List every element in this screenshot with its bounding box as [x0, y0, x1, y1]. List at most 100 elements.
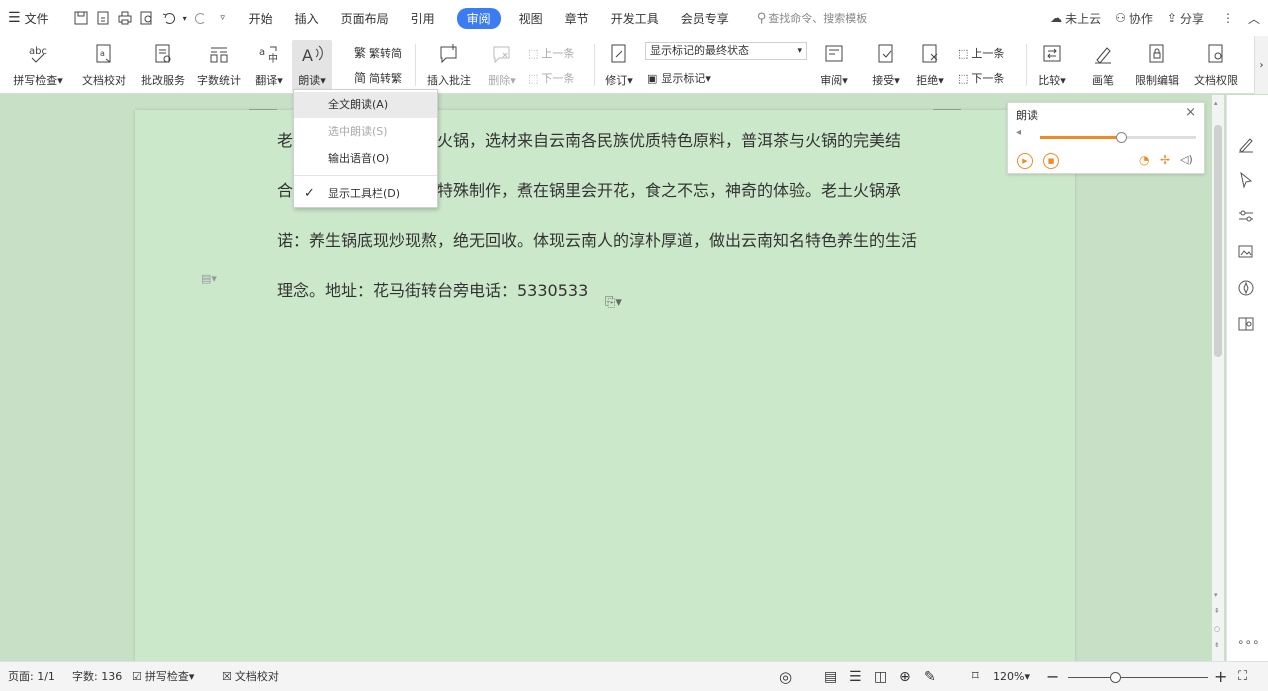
tab-developer[interactable]: 开发工具	[611, 10, 659, 27]
scroll-down-icon[interactable]: ▾	[1214, 591, 1218, 599]
checkbox-icon: ☑	[132, 670, 142, 683]
speaker-icon[interactable]: ◁)	[1180, 153, 1193, 166]
accept-button[interactable]: 接受▾	[868, 40, 904, 88]
next-change-icon: ⬚	[958, 71, 969, 85]
speed-icon[interactable]: ◔	[1139, 153, 1149, 167]
write-mode-icon[interactable]: ✎	[924, 662, 936, 691]
document-page[interactable]: 老土火锅是云南特色的火锅，选材来自云南各民族优质特色原料，普洱茶与火锅的完美结 …	[135, 109, 1075, 670]
read-view-icon[interactable]: ◫	[874, 662, 887, 691]
revise-service-button[interactable]: 批改服务	[136, 40, 190, 88]
print-preview-icon[interactable]	[137, 8, 157, 28]
menu-item-read-selection[interactable]: 选中朗读(S)	[294, 119, 437, 145]
save-icon[interactable]	[71, 8, 91, 28]
volume-slider-handle[interactable]	[1116, 132, 1128, 143]
settings-sliders-icon[interactable]	[1237, 207, 1255, 225]
title-bar: ☰ 文件 ▾ ▿ 开始 插入 页面布局 引用 审阅 视图 章节 开发工具 会员专…	[0, 0, 1268, 36]
image-edit-icon[interactable]	[1237, 243, 1255, 261]
markup-state-select[interactable]: 显示标记的最终状态 ▾	[645, 42, 807, 60]
compare-button[interactable]: 比较▾	[1034, 40, 1070, 88]
zoom-level-select[interactable]: 120% ▾	[993, 662, 1030, 691]
outline-view-icon[interactable]: ☰	[849, 662, 862, 691]
review-pane-button[interactable]: 审阅▾	[814, 40, 854, 88]
compass-icon[interactable]	[1237, 279, 1255, 297]
paste-options-icon[interactable]: ⎘▾	[605, 295, 622, 310]
redo-icon[interactable]	[191, 8, 211, 28]
show-markup-button[interactable]: ▣ 显示标记 ▾	[647, 70, 711, 86]
voice-icon[interactable]: ✢	[1160, 153, 1170, 167]
word-count-indicator[interactable]: 字数: 136	[72, 662, 122, 691]
pen-button[interactable]: 画笔	[1088, 40, 1118, 88]
tab-view[interactable]: 视图	[519, 10, 543, 27]
tab-chapter[interactable]: 章节	[565, 10, 589, 27]
book-search-icon[interactable]	[1237, 315, 1255, 333]
doc-permission-button[interactable]: 文档权限	[1188, 40, 1244, 88]
tab-home[interactable]: 开始	[249, 10, 273, 27]
page-view-icon[interactable]: ▤	[824, 662, 837, 691]
tab-page-layout[interactable]: 页面布局	[341, 10, 389, 27]
web-view-icon[interactable]: ⊕	[899, 662, 911, 691]
insert-comment-button[interactable]: 插入批注	[424, 40, 474, 88]
fullscreen-icon[interactable]: ⛶	[1238, 662, 1247, 691]
word-count-button[interactable]: 字数统计	[194, 40, 244, 88]
simp-to-trad-button[interactable]: 简简转繁	[354, 69, 402, 86]
select-pointer-icon[interactable]	[1237, 171, 1255, 189]
undo-dropdown-icon[interactable]: ▾	[181, 8, 189, 28]
prev-comment-button[interactable]: ⬚ 上一条	[528, 45, 574, 61]
edit-pen-icon[interactable]	[1237, 135, 1255, 153]
trad-to-simp-button[interactable]: 繁繁转简	[354, 44, 402, 61]
print-icon[interactable]	[115, 8, 135, 28]
zoom-out-icon[interactable]: −	[1046, 662, 1059, 691]
file-menu[interactable]: ☰ 文件	[8, 10, 49, 27]
play-icon[interactable]: ▶	[1017, 153, 1033, 169]
stop-icon[interactable]: ■	[1043, 153, 1059, 169]
next-page-icon[interactable]: ⇟	[1214, 641, 1220, 649]
fit-page-icon[interactable]: ⌑	[972, 662, 979, 691]
menu-item-show-toolbar[interactable]: ✓ 显示工具栏(D)	[294, 181, 437, 207]
collaborate-button[interactable]: ⚇ 协作	[1115, 10, 1153, 27]
status-spell-check[interactable]: ☑ 拼写检查 ▾	[132, 662, 194, 691]
cloud-status-button[interactable]: ☁ 未上云	[1050, 10, 1101, 27]
more-options-icon[interactable]: ⋮	[1222, 11, 1234, 25]
menu-item-read-all[interactable]: 全文朗读(A)	[294, 92, 437, 118]
status-doc-proof[interactable]: ☒ 文档校对	[222, 662, 279, 691]
menu-item-export-audio[interactable]: 输出语音(O)	[294, 146, 437, 172]
zoom-in-icon[interactable]: +	[1214, 662, 1227, 691]
next-comment-button[interactable]: ⬚ 下一条	[528, 70, 574, 86]
read-aloud-button[interactable]: A 朗读▾	[292, 40, 332, 92]
close-icon[interactable]: ×	[1185, 105, 1196, 120]
zoom-slider-handle[interactable]	[1110, 672, 1122, 683]
tab-review[interactable]: 审阅	[456, 7, 501, 29]
zoom-slider[interactable]	[1068, 672, 1208, 683]
restrict-edit-button[interactable]: 限制编辑	[1130, 40, 1184, 88]
spell-check-button[interactable]: abc 拼写检查▾	[8, 40, 68, 88]
export-pdf-icon[interactable]	[93, 8, 113, 28]
track-changes-button[interactable]: 修订▾	[600, 40, 638, 88]
next-comment-icon: ⬚	[528, 71, 539, 85]
more-tools-icon[interactable]: ∘∘∘	[1237, 635, 1260, 649]
next-change-button[interactable]: ⬚ 下一条	[958, 70, 1004, 86]
paragraph-line: 诺：养生锅底现炒现熬，绝无回收。体现云南人的淳朴厚道，做出云南知名特色养生的生活	[277, 231, 918, 250]
share-button[interactable]: ⇪ 分享	[1167, 10, 1204, 27]
ribbon-scroll-right-icon[interactable]: ›	[1254, 36, 1268, 94]
doc-proof-button[interactable]: a 文档校对	[78, 40, 130, 88]
page-indicator[interactable]: 页面: 1/1	[8, 662, 55, 691]
undo-icon[interactable]	[159, 8, 179, 28]
select-browse-icon[interactable]: ○	[1214, 625, 1220, 633]
collapse-ribbon-icon[interactable]: ︿	[1248, 10, 1260, 27]
scroll-up-icon[interactable]: ▴	[1214, 99, 1218, 107]
tab-references[interactable]: 引用	[411, 10, 435, 27]
vertical-scrollbar[interactable]: ▴ ▾ ⇞ ○ ⇟	[1212, 95, 1224, 661]
translate-button[interactable]: a中 翻译▾	[250, 40, 288, 88]
scrollbar-thumb[interactable]	[1214, 125, 1222, 357]
delete-comment-button[interactable]: 删除▾	[484, 40, 520, 88]
paragraph-handle-icon[interactable]: ▤▾	[201, 272, 217, 285]
command-search[interactable]: ⚲ 查找命令、搜索模板	[757, 10, 868, 26]
eye-protection-icon[interactable]: ◎	[779, 662, 792, 691]
volume-slider[interactable]	[1040, 132, 1196, 143]
prev-change-button[interactable]: ⬚ 上一条	[958, 45, 1004, 61]
tab-member[interactable]: 会员专享	[681, 10, 729, 27]
prev-page-icon[interactable]: ⇞	[1214, 607, 1220, 615]
customize-dropdown-icon[interactable]: ▿	[213, 8, 233, 28]
reject-button[interactable]: 拒绝▾	[910, 40, 950, 88]
tab-insert[interactable]: 插入	[295, 10, 319, 27]
